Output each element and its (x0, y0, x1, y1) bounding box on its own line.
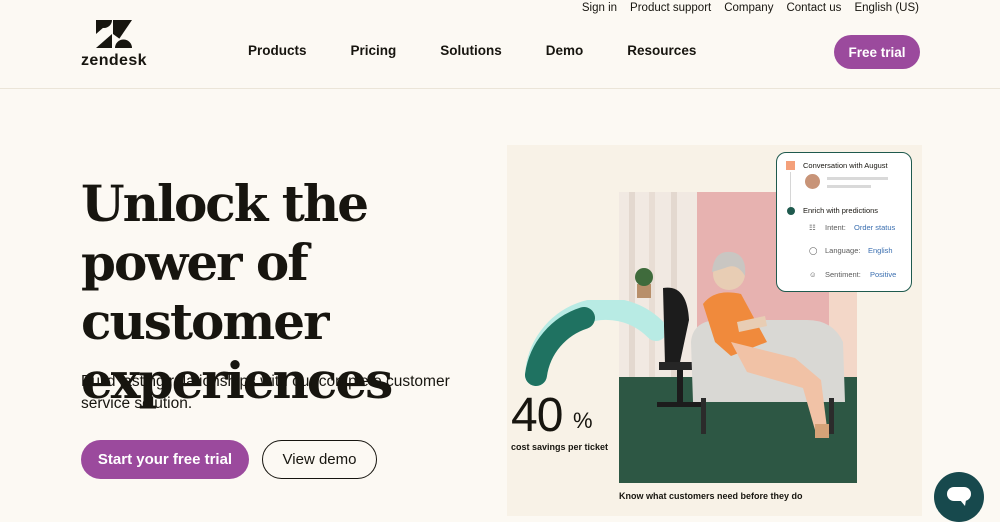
placeholder-line (827, 177, 888, 180)
card-marker-icon (786, 161, 795, 170)
card-title: Conversation with August (803, 161, 888, 170)
placeholder-line (827, 185, 871, 188)
language-value: English (868, 246, 893, 255)
utility-nav-contact-us[interactable]: Contact us (786, 2, 841, 14)
nav-pricing[interactable]: Pricing (351, 43, 397, 58)
conversation-card: Conversation with August Enrich with pre… (776, 152, 912, 292)
intent-label: Intent: (825, 223, 846, 232)
zendesk-logo[interactable]: zendesk (81, 20, 147, 70)
sentiment-label: Sentiment: (825, 270, 861, 279)
utility-nav-company[interactable]: Company (724, 2, 773, 14)
chat-button[interactable] (934, 472, 984, 522)
utility-nav-product-support[interactable]: Product support (630, 2, 711, 14)
nav-resources[interactable]: Resources (627, 43, 696, 58)
free-trial-button[interactable]: Free trial (834, 35, 920, 69)
intent-icon: ☷ (809, 223, 816, 232)
intent-value: Order status (854, 223, 896, 232)
nav-demo[interactable]: Demo (546, 43, 584, 58)
stat-label: cost savings per ticket (511, 442, 609, 452)
photo-caption: Know what customers need before they do (619, 491, 803, 501)
cost-savings-gauge (525, 300, 664, 386)
card-section-title: Enrich with predictions (803, 206, 879, 215)
main-nav: Products Pricing Solutions Demo Resource… (248, 43, 740, 58)
utility-nav-language[interactable]: English (US) (854, 2, 919, 14)
utility-nav: Sign in Product support Company Contact … (582, 2, 919, 14)
nav-products[interactable]: Products (248, 43, 307, 58)
globe-icon: ◯ (809, 246, 818, 255)
zendesk-logo-icon (96, 20, 132, 48)
brand-name: zendesk (81, 52, 147, 69)
card-timeline-line (790, 172, 791, 208)
sentiment-value: Positive (870, 270, 897, 279)
card-dot-icon (787, 207, 795, 215)
nav-solutions[interactable]: Solutions (440, 43, 502, 58)
header-divider (0, 88, 1000, 89)
stat-value: 40 (511, 389, 563, 442)
language-label: Language: (825, 246, 861, 255)
hero-subhead: Build lasting relationships with our com… (81, 373, 450, 412)
chat-bubble-icon (947, 487, 971, 506)
start-free-trial-button[interactable]: Start your free trial (81, 440, 249, 479)
smiley-icon: ☺ (809, 270, 817, 279)
stat-unit: % (573, 408, 593, 433)
avatar (805, 174, 820, 189)
utility-nav-sign-in[interactable]: Sign in (582, 2, 617, 14)
view-demo-button[interactable]: View demo (262, 440, 377, 479)
